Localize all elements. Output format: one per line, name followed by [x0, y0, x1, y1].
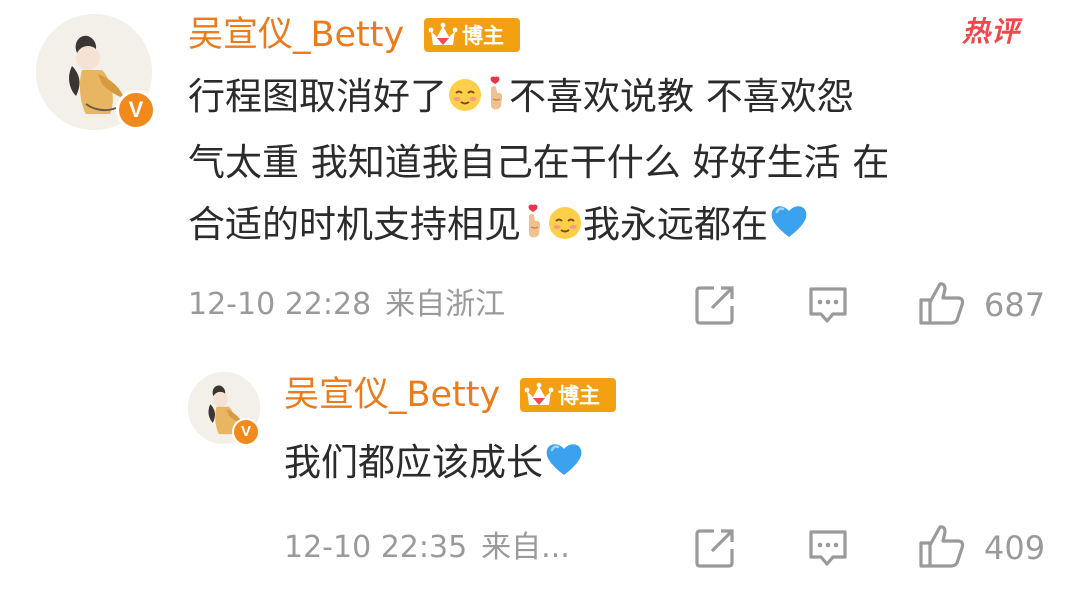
comment-text: 行程图取消好了 不喜欢说教 不喜欢怨 气太重 我知道我自己在干什么 好好生活 在 … — [188, 66, 1048, 260]
hot-comment-label: 热评 — [962, 15, 1021, 48]
comment-meta: 12-10 22:35 来自... — [284, 526, 570, 570]
like-count: 687 — [984, 286, 1046, 324]
blushing-face-emoji-icon — [547, 198, 583, 260]
avatar[interactable]: V — [188, 372, 260, 446]
comment-icon[interactable] — [806, 284, 850, 326]
comment-meta: 12-10 22:28 来自浙江 — [188, 283, 505, 327]
blue-heart-emoji-icon — [543, 436, 585, 498]
blue-heart-emoji-icon — [768, 198, 810, 260]
share-icon[interactable] — [694, 527, 736, 569]
timestamp: 12-10 22:35 — [284, 530, 468, 565]
finger-heart-emoji-icon — [521, 198, 547, 260]
crown-icon — [428, 22, 458, 45]
blogger-badge: 博主 — [424, 18, 520, 52]
reply-text-content: 我们都应该成长 — [284, 441, 543, 484]
avatar[interactable]: V — [36, 14, 156, 130]
blushing-face-emoji-icon — [447, 70, 483, 132]
username[interactable]: 吴宣仪_Betty — [284, 372, 500, 418]
finger-heart-emoji-icon — [483, 70, 509, 132]
crown-icon — [524, 382, 554, 405]
timestamp: 12-10 22:28 — [188, 287, 372, 322]
verified-badge-icon: V — [232, 418, 260, 446]
like-icon[interactable] — [918, 280, 966, 326]
badge-label: 博主 — [558, 384, 600, 408]
like-icon[interactable] — [918, 523, 966, 569]
comment-icon[interactable] — [806, 527, 850, 569]
comment-text-part-3: 我永远都在 — [583, 203, 768, 246]
blogger-badge: 博主 — [520, 378, 616, 412]
username[interactable]: 吴宣仪_Betty — [188, 12, 404, 58]
share-icon[interactable] — [694, 284, 736, 326]
verified-badge-icon: V — [116, 90, 156, 130]
location: 来自浙江 — [385, 287, 506, 322]
like-count: 409 — [984, 529, 1046, 567]
comment-text-part-1: 行程图取消好了 — [188, 75, 447, 118]
reply-text: 我们都应该成长 — [284, 432, 585, 498]
location: 来自... — [481, 530, 570, 565]
badge-label: 博主 — [462, 24, 504, 48]
